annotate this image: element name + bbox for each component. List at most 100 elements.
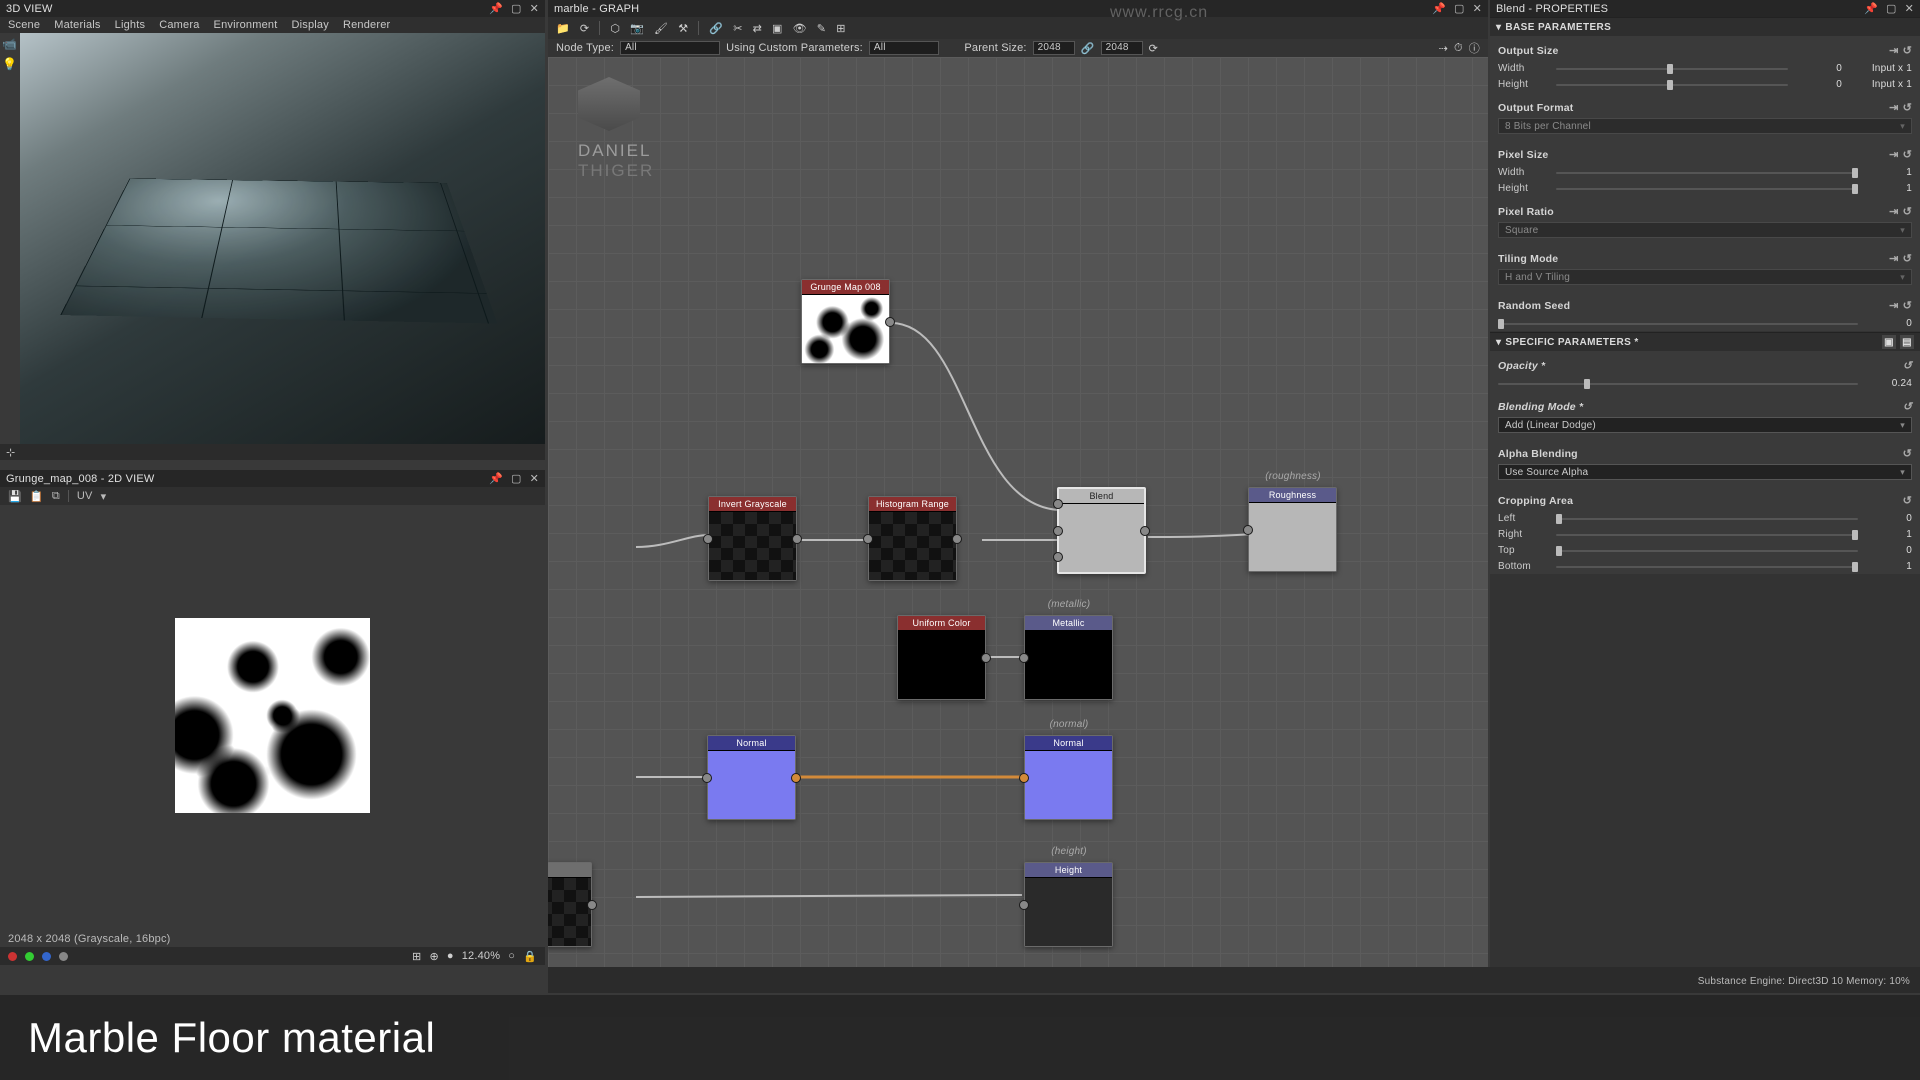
node-blend[interactable]: Blend <box>1057 487 1146 574</box>
section-base-parameters[interactable]: ▾ BASE PARAMETERS <box>1490 18 1920 36</box>
copy-icon[interactable]: 📋 <box>30 490 44 503</box>
chevron-down-icon[interactable]: ▾ <box>101 490 107 503</box>
reset-icon[interactable]: ↺ <box>1903 400 1912 413</box>
graph-canvas[interactable]: DANIEL THIGER Grunge Map 008 <box>548 57 1488 967</box>
bullet-icon[interactable]: ● <box>447 950 454 962</box>
channel-g-icon[interactable] <box>25 952 34 961</box>
timing-icon[interactable]: ⏱ <box>1454 42 1463 55</box>
maximize-icon[interactable]: ▢ <box>511 2 522 15</box>
lock-icon[interactable]: 🔒 <box>523 950 537 963</box>
reset-icon[interactable]: ↺ <box>1903 148 1912 161</box>
close-icon[interactable]: ✕ <box>1905 2 1914 15</box>
preset-a-icon[interactable]: ▣ <box>1882 335 1896 349</box>
port-in[interactable] <box>1019 773 1029 783</box>
port-out[interactable] <box>885 317 895 327</box>
viewport-3d[interactable] <box>20 33 545 444</box>
flow-icon[interactable]: ⇢ <box>1439 42 1448 55</box>
menu-lights[interactable]: Lights <box>115 19 146 31</box>
section-specific-parameters[interactable]: ▾ SPECIFIC PARAMETERS * ▣▤ <box>1490 333 1920 351</box>
nodetype-select[interactable]: All <box>620 41 720 55</box>
menu-scene[interactable]: Scene <box>8 19 40 31</box>
camera-icon[interactable]: 📹 <box>2 37 17 51</box>
maximize-icon[interactable]: ▢ <box>511 472 522 485</box>
crop-bottom-slider[interactable] <box>1556 566 1858 568</box>
port-out[interactable] <box>587 900 597 910</box>
maximize-icon[interactable]: ▢ <box>1886 2 1897 15</box>
refresh-size-icon[interactable]: ⟳ <box>1149 42 1158 55</box>
tool-icon[interactable]: ⚒ <box>678 22 688 35</box>
cut-icon[interactable]: ✂ <box>733 22 742 35</box>
port-in[interactable] <box>1019 900 1029 910</box>
node-invert-grayscale[interactable]: Invert Grayscale <box>708 496 797 581</box>
node-normal-b[interactable]: Normal <box>1024 735 1113 820</box>
light-icon[interactable]: 💡 <box>2 57 17 71</box>
node-height[interactable]: Height <box>1024 862 1113 947</box>
channel-a-icon[interactable] <box>59 952 68 961</box>
pin-icon[interactable]: 📌 <box>1432 2 1446 15</box>
pin-icon[interactable]: 📌 <box>489 472 503 485</box>
inherit-icon[interactable]: ⇥ <box>1889 205 1898 218</box>
swap-icon[interactable]: ⇄ <box>753 22 762 35</box>
alpha-blending-select[interactable]: Use Source Alpha▾ <box>1498 464 1912 480</box>
maximize-icon[interactable]: ▢ <box>1454 2 1465 15</box>
reset-icon[interactable]: ↺ <box>1903 494 1912 507</box>
crop-top-slider[interactable] <box>1556 550 1858 552</box>
port-in[interactable] <box>1243 525 1253 535</box>
node-uniform-color[interactable]: Uniform Color <box>897 615 986 700</box>
parentsize-h[interactable]: 2048 <box>1101 41 1143 55</box>
menu-display[interactable]: Display <box>291 19 328 31</box>
reset-icon[interactable]: ↺ <box>1903 359 1912 372</box>
port-in[interactable] <box>1019 653 1029 663</box>
brush-icon[interactable]: 🖌 <box>654 22 668 35</box>
blending-mode-select[interactable]: Add (Linear Dodge)▾ <box>1498 417 1912 433</box>
port-out[interactable] <box>952 534 962 544</box>
node-metallic[interactable]: Metallic <box>1024 615 1113 700</box>
usingparams-select[interactable]: All <box>869 41 939 55</box>
fit-icon[interactable]: ▣ <box>772 22 783 35</box>
inherit-icon[interactable]: ⇥ <box>1889 299 1898 312</box>
menu-renderer[interactable]: Renderer <box>343 19 390 31</box>
pixel-width-slider[interactable] <box>1556 172 1858 174</box>
port-out[interactable] <box>792 534 802 544</box>
crop-right-slider[interactable] <box>1556 534 1858 536</box>
hex-icon[interactable]: ⬡ <box>610 22 620 35</box>
node-roughness[interactable]: Roughness <box>1248 487 1337 572</box>
menu-camera[interactable]: Camera <box>159 19 199 31</box>
folder-icon[interactable]: 📁 <box>556 22 570 35</box>
parentsize-w[interactable]: 2048 <box>1033 41 1075 55</box>
close-icon[interactable]: ✕ <box>1473 2 1482 15</box>
pin-icon[interactable]: 📌 <box>1864 2 1878 15</box>
inherit-icon[interactable]: ⇥ <box>1889 44 1898 57</box>
reset-icon[interactable]: ↺ <box>1903 252 1912 265</box>
close-icon[interactable]: ✕ <box>530 472 539 485</box>
inherit-icon[interactable]: ⇥ <box>1889 101 1898 114</box>
port-in[interactable] <box>703 534 713 544</box>
output-height-slider[interactable] <box>1556 84 1788 86</box>
port-in-bg[interactable] <box>1053 526 1063 536</box>
node-histogram-range[interactable]: Histogram Range <box>868 496 957 581</box>
node-offscreen[interactable] <box>548 862 592 947</box>
wand-icon[interactable]: ✎ <box>817 22 826 35</box>
eye-icon[interactable]: 👁 <box>793 22 807 35</box>
close-icon[interactable]: ✕ <box>530 2 539 15</box>
menu-environment[interactable]: Environment <box>214 19 278 31</box>
snap-icon[interactable]: ⊞ <box>836 22 845 35</box>
node-grunge-map[interactable]: Grunge Map 008 <box>801 279 890 364</box>
pixel-ratio-select[interactable]: Square▾ <box>1498 222 1912 238</box>
output-width-slider[interactable] <box>1556 68 1788 70</box>
output-format-select[interactable]: 8 Bits per Channel▾ <box>1498 118 1912 134</box>
circle-icon[interactable]: ○ <box>508 950 515 962</box>
camera-icon[interactable]: 📷 <box>630 22 644 35</box>
axis-icon[interactable]: ⊹ <box>6 446 15 459</box>
reset-icon[interactable]: ↺ <box>1903 299 1912 312</box>
inherit-icon[interactable]: ⇥ <box>1889 148 1898 161</box>
center-icon[interactable]: ⊕ <box>429 950 438 963</box>
reset-icon[interactable]: ↺ <box>1903 205 1912 218</box>
grid-icon[interactable]: ⊞ <box>412 950 421 963</box>
link-icon[interactable]: 🔗 <box>709 22 723 35</box>
reset-icon[interactable]: ↺ <box>1903 101 1912 114</box>
port-in[interactable] <box>702 773 712 783</box>
preset-b-icon[interactable]: ▤ <box>1900 335 1914 349</box>
reset-icon[interactable]: ↺ <box>1903 447 1912 460</box>
port-out[interactable] <box>1140 526 1150 536</box>
